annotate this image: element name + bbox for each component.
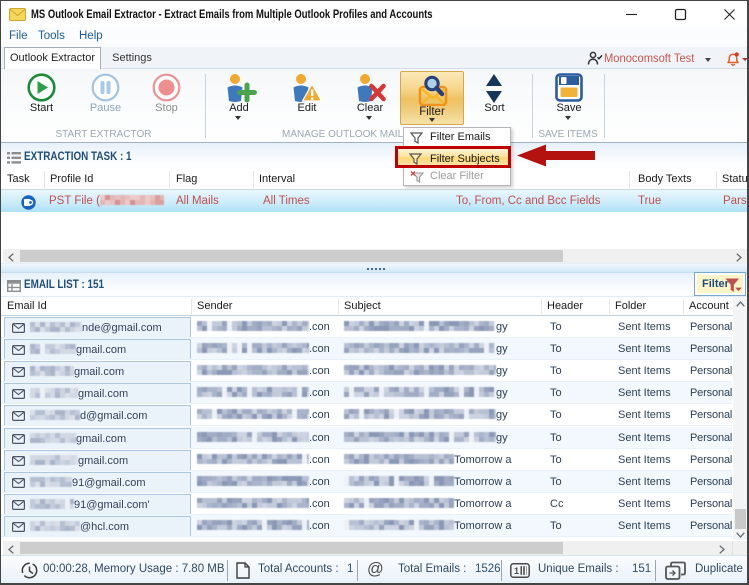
- svg-text:1: 1: [514, 566, 519, 576]
